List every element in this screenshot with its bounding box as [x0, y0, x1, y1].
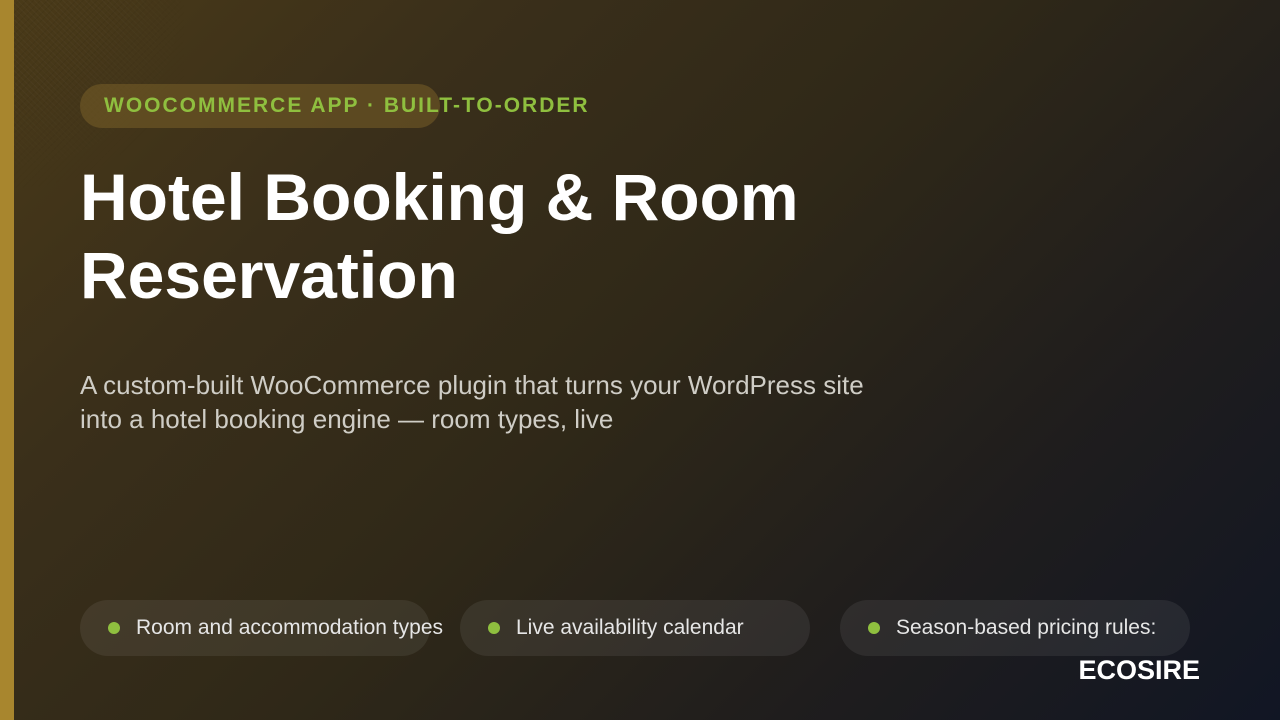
- brand-logo-text: ECOSIRE: [1078, 655, 1200, 685]
- category-badge: WOOCOMMERCE APP · BUILT-TO-ORDER: [80, 84, 590, 128]
- page-title: Hotel Booking & Room Reservation: [80, 160, 799, 312]
- bullet-dot-icon: [108, 622, 120, 634]
- category-badge-label: WOOCOMMERCE APP · BUILT-TO-ORDER: [104, 94, 590, 117]
- feature-pill-room-types: Room and accommodation types: [80, 600, 443, 656]
- feature-label: Live availability calendar: [516, 616, 744, 639]
- feature-label: Room and accommodation types: [136, 616, 443, 639]
- feature-pill-pricing-rules: Season-based pricing rules:: [840, 600, 1190, 656]
- feature-pill-availability-calendar: Live availability calendar: [460, 600, 810, 656]
- page-description: A custom-built WooCommerce plugin that t…: [80, 370, 864, 434]
- feature-label: Season-based pricing rules:: [896, 616, 1157, 639]
- bullet-dot-icon: [488, 622, 500, 634]
- bullet-dot-icon: [868, 622, 880, 634]
- left-accent-bar: [0, 0, 14, 720]
